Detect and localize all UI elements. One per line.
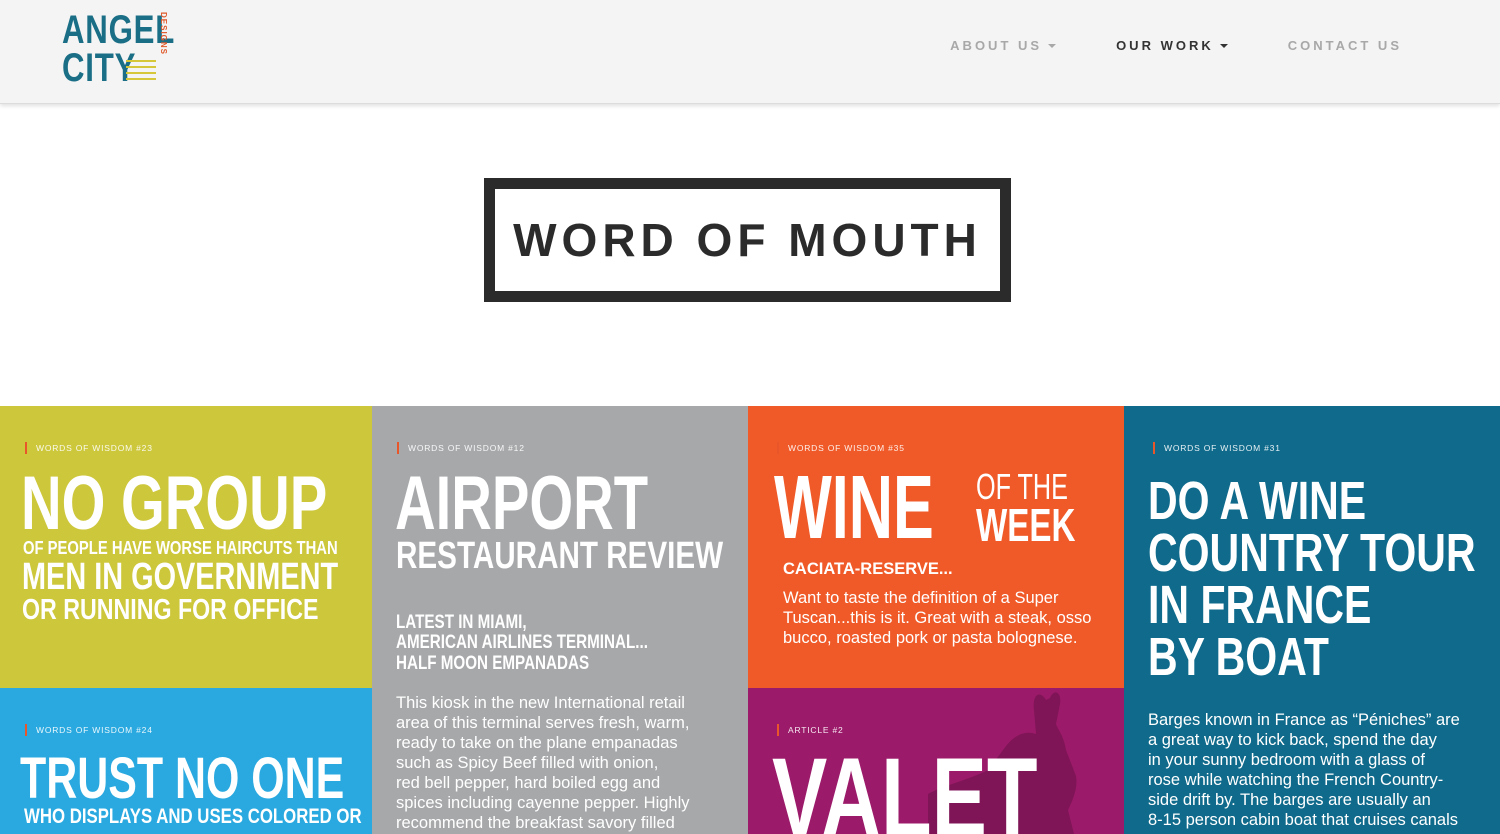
page-title-box: WORD OF MOUTH [484, 178, 1011, 302]
tile-words-of-wisdom-31[interactable]: WORDS OF WISDOM #31 DO A WINE COUNTRY TO… [1124, 406, 1500, 834]
tile-words-of-wisdom-23[interactable]: WORDS OF WISDOM #23 NO GROUP OF PEOPLE H… [0, 406, 372, 688]
body-line: red bell pepper, hard boiled egg and [396, 774, 661, 792]
logo-tagline: DESIGNS [159, 12, 168, 56]
body-line: area of this terminal serves fresh, warm… [396, 714, 690, 732]
tile-words-of-wisdom-12[interactable]: WORDS OF WISDOM #12 AIRPORT RESTAURANT R… [372, 406, 748, 834]
body-line: 8-15 person cabin boat that cruises cana… [1148, 811, 1459, 829]
tile-headline-line: COUNTRY TOUR [1148, 523, 1476, 583]
body-line: bucco, roasted pork or pasta bolognese. [783, 629, 1078, 647]
main-nav: ABOUT US OUR WORK CONTACT US [950, 38, 1402, 53]
nav-our-work-label: OUR WORK [1116, 38, 1214, 53]
tile-article-2[interactable]: ARTICLE #2 VALET [748, 688, 1124, 834]
tile-kicker: WORDS OF WISDOM #35 [777, 442, 905, 454]
tile-words-of-wisdom-35[interactable]: WORDS OF WISDOM #35 WINE OF THE WEEK CAC… [748, 406, 1124, 688]
tile-line: AMERICAN AIRLINES TERMINAL... [396, 632, 648, 653]
site-logo[interactable]: ANGEL CITY DESIGNS [62, 10, 174, 90]
tile-kicker: WORDS OF WISDOM #24 [25, 724, 153, 736]
body-line: spices including cayenne pepper. Highly [396, 794, 690, 812]
nav-about-us-label: ABOUT US [950, 38, 1043, 53]
body-line: in your sunny bedroom with a glass of [1148, 751, 1425, 769]
tile-line: OF PEOPLE HAVE WORSE HAIRCUTS THAN [23, 537, 338, 558]
body-line: a great way to kick back, spend the day [1148, 731, 1437, 749]
tile-headline: TRUST NO ONE [20, 746, 345, 811]
tile-subhead: CACIATA-RESERVE... [783, 560, 953, 578]
tile-kicker: WORDS OF WISDOM #12 [397, 442, 525, 454]
tile-headline: NO GROUP [21, 461, 328, 546]
tile-line: OR RUNNING FOR OFFICE [22, 594, 319, 626]
body-line: ready to take on the plane empanadas [396, 734, 678, 752]
logo-lines-icon [126, 60, 156, 84]
tile-week: WEEK [976, 499, 1076, 551]
tile-body: Barges known in France as “Péniches” are… [1148, 710, 1460, 830]
tile-subheadline: RESTAURANT REVIEW [396, 535, 724, 577]
body-line: Barges known in France as “Péniches” are [1148, 711, 1460, 729]
body-line: recommend the breakfast savory filled [396, 814, 675, 832]
tile-body: This kiosk in the new International reta… [396, 693, 690, 833]
chevron-down-icon [1048, 43, 1057, 48]
site-header: ANGEL CITY DESIGNS ABOUT US OUR WORK CON… [0, 0, 1500, 104]
body-line: This kiosk in the new International reta… [396, 694, 685, 712]
tile-kicker: WORDS OF WISDOM #31 [1153, 442, 1281, 454]
tile-headline-line: IN FRANCE [1148, 575, 1372, 635]
body-line: side drift by. The barges are usually an [1148, 791, 1431, 809]
tile-words-of-wisdom-24[interactable]: WORDS OF WISDOM #24 TRUST NO ONE WHO DIS… [0, 688, 372, 834]
nav-contact-us[interactable]: CONTACT US [1288, 38, 1402, 53]
body-line: Tuscan...this is it. Great with a steak,… [783, 609, 1092, 627]
body-line: Want to taste the definition of a Super [783, 589, 1059, 607]
body-line: such as Spicy Beef filled with onion, [396, 754, 659, 772]
tile-line: WHO DISPLAYS AND USES COLORED OR [24, 805, 362, 828]
body-line: rose while watching the French Country- [1148, 771, 1444, 789]
tile-line: LATEST IN MIAMI, [396, 612, 527, 633]
tile-headline: WINE [774, 458, 934, 558]
tile-headline-line: BY BOAT [1148, 627, 1329, 687]
nav-our-work[interactable]: OUR WORK [1116, 38, 1228, 53]
tile-kicker: WORDS OF WISDOM #23 [25, 442, 153, 454]
tile-headline: AIRPORT [395, 461, 649, 546]
chevron-down-icon [1219, 43, 1228, 48]
tile-headline: VALET [772, 735, 1038, 834]
tile-line: MEN IN GOVERNMENT [22, 556, 339, 598]
tile-line: HALF MOON EMPANADAS [396, 653, 590, 674]
tile-headline-line: DO A WINE [1148, 471, 1367, 531]
page-title: WORD OF MOUTH [513, 214, 982, 266]
nav-contact-us-label: CONTACT US [1287, 38, 1402, 53]
nav-about-us[interactable]: ABOUT US [950, 38, 1057, 53]
tile-body: Want to taste the definition of a Super … [783, 588, 1091, 648]
